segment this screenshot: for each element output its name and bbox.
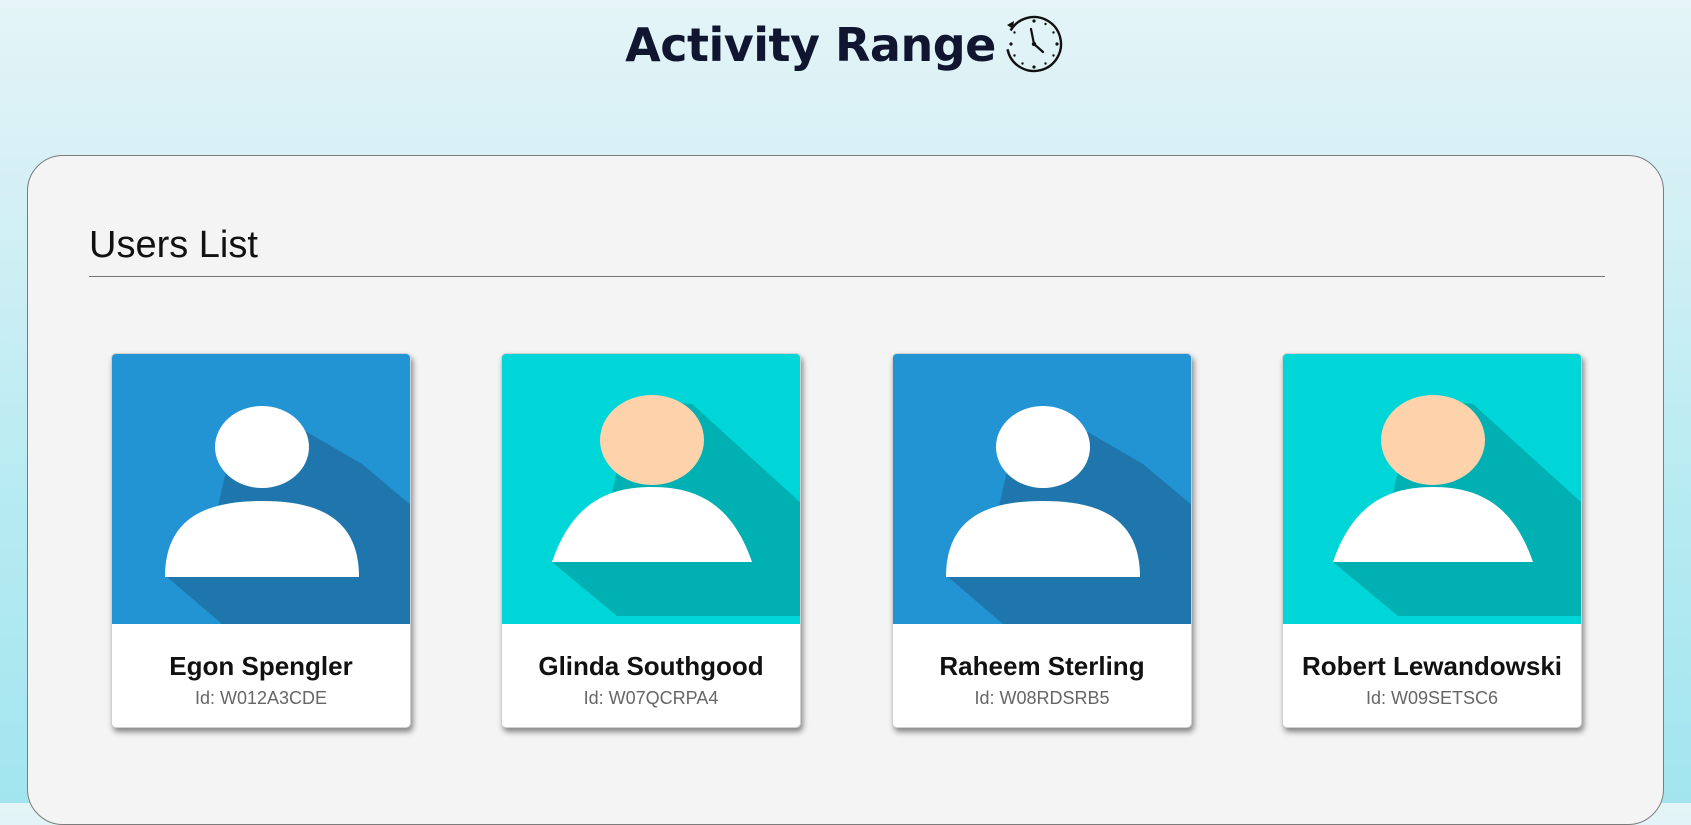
female-avatar-icon [1283,354,1581,624]
user-id: Id: W07QCRPA4 [502,688,800,709]
user-id-label: Id: [194,688,215,708]
user-id-value: W012A3CDE [219,688,328,708]
user-id-label: Id: [1365,688,1386,708]
section-title: Users List [89,224,258,266]
user-id: Id: W08RDSRB5 [893,688,1191,709]
user-id-label: Id: [583,688,604,708]
clock-history-icon [1005,15,1063,73]
female-avatar-icon [502,354,800,624]
user-id: Id: W09SETSC6 [1283,688,1581,709]
user-name: Robert Lewandowski [1301,651,1563,681]
user-card[interactable]: Raheem Sterling Id: W08RDSRB5 [892,353,1192,728]
page-header: Activity Range [0,10,1691,80]
user-name: Egon Spengler [169,651,353,681]
user-name: Raheem Sterling [939,651,1145,681]
section-divider [89,276,1605,277]
user-id: Id: W012A3CDE [112,688,410,709]
user-id-value: W07QCRPA4 [608,688,719,708]
user-id-value: W09SETSC6 [1390,688,1499,708]
user-name: Glinda Southgood [538,651,764,681]
app-title: Activity Range [625,18,996,72]
user-card[interactable]: Glinda Southgood Id: W07QCRPA4 [501,353,801,728]
male-avatar-icon [893,354,1191,624]
user-card[interactable]: Robert Lewandowski Id: W09SETSC6 [1282,353,1582,728]
user-id-label: Id: [974,688,995,708]
male-avatar-icon [112,354,410,624]
user-card[interactable]: Egon Spengler Id: W012A3CDE [111,353,411,728]
user-id-value: W08RDSRB5 [999,688,1110,708]
users-panel: Users List Egon Spengler Id: W012A3CDE G… [27,155,1664,825]
